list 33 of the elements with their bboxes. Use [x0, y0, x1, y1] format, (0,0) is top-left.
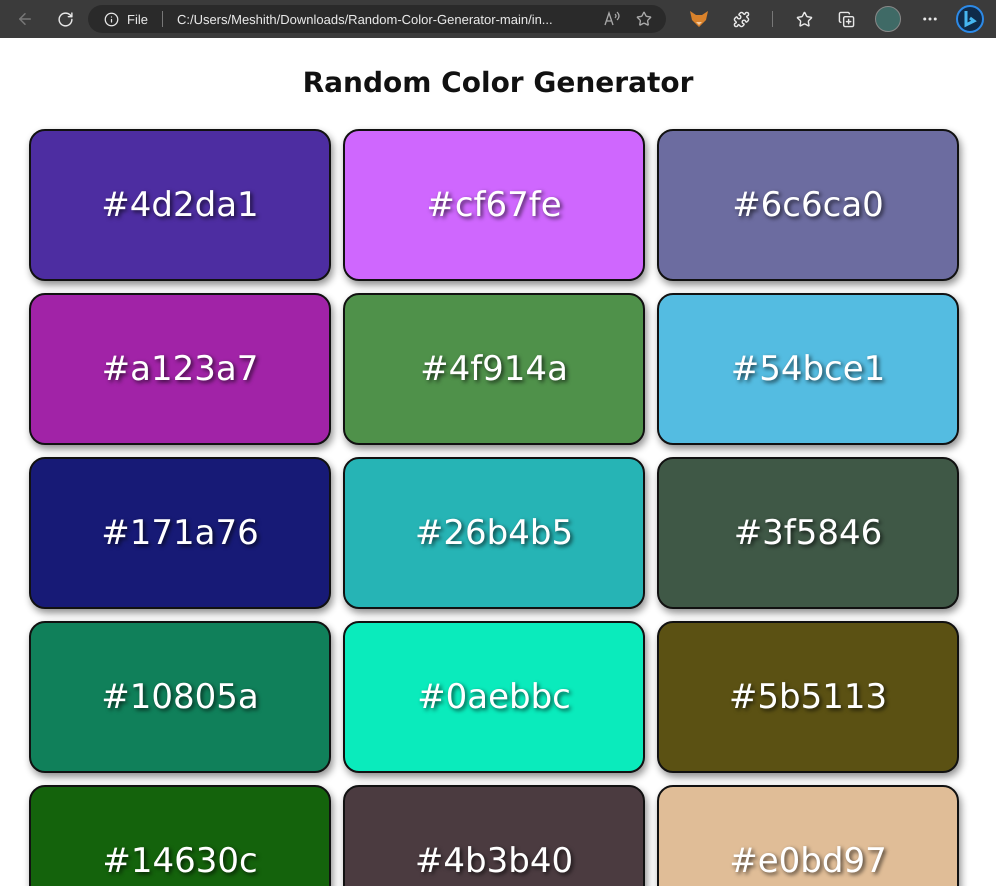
hex-code: #a123a7 — [102, 349, 258, 389]
color-card[interactable]: #4f914a — [343, 293, 645, 445]
chat-logo-icon[interactable] — [955, 4, 985, 34]
hex-code: #4b3b40 — [414, 841, 574, 881]
hex-code: #0aebbc — [417, 677, 571, 717]
hex-code: #10805a — [101, 677, 259, 717]
fox-icon[interactable] — [689, 10, 709, 28]
color-card[interactable]: #171a76 — [29, 457, 331, 609]
hex-code: #4d2da1 — [101, 185, 259, 225]
url-text: C:/Users/Meshith/Downloads/Random-Color-Generator-main/in... — [176, 12, 554, 26]
hex-code: #6c6ca0 — [732, 185, 884, 225]
page-title: Random Color Generator — [302, 65, 694, 101]
hex-code: #5b5113 — [728, 677, 888, 717]
hex-code: #171a76 — [101, 513, 259, 553]
color-card[interactable]: #3f5846 — [657, 457, 959, 609]
color-card[interactable]: #4d2da1 — [29, 129, 331, 281]
info-icon[interactable] — [104, 12, 119, 26]
hex-code: #26b4b5 — [414, 513, 574, 553]
hex-code: #14630c — [102, 841, 258, 881]
color-card[interactable]: #10805a — [29, 621, 331, 773]
address-bar[interactable]: File C:/Users/Meshith/Downloads/Random-Color-Generator-main/in... — [88, 5, 666, 33]
hex-code: #3f5846 — [734, 513, 882, 553]
hex-code: #cf67fe — [426, 185, 562, 225]
scheme-label: File — [127, 12, 148, 26]
color-card[interactable]: #6c6ca0 — [657, 129, 959, 281]
color-card[interactable]: #14630c — [29, 785, 331, 886]
color-card[interactable]: #5b5113 — [657, 621, 959, 773]
color-card[interactable]: #a123a7 — [29, 293, 331, 445]
hex-code: #e0bd97 — [729, 841, 887, 881]
hex-code: #4f914a — [420, 349, 568, 389]
hex-code: #54bce1 — [730, 349, 886, 389]
color-card[interactable]: #4b3b40 — [343, 785, 645, 886]
avatar-icon — [875, 6, 901, 32]
